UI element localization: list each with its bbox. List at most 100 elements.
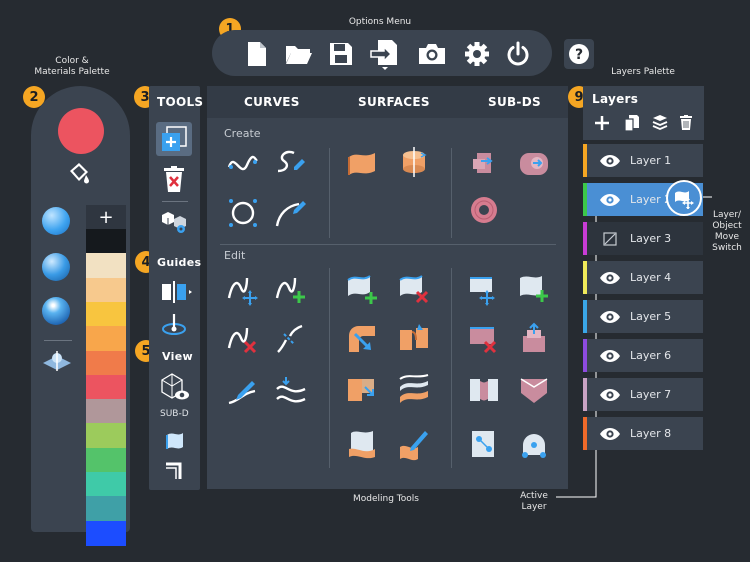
column-divider-4: [451, 268, 452, 468]
subd-move-icon[interactable]: [467, 272, 501, 306]
mirror-guide-icon[interactable]: [156, 277, 196, 307]
layer-object-move-switch[interactable]: [666, 180, 702, 216]
layer-name: Layer 4: [630, 271, 672, 284]
revolve-surface-icon[interactable]: [397, 145, 431, 179]
color-swatch[interactable]: [86, 277, 126, 303]
color-swatch[interactable]: [86, 253, 126, 279]
split-curve-icon[interactable]: [274, 322, 308, 356]
paint-bucket-icon[interactable]: [62, 160, 96, 190]
new-file-icon[interactable]: [242, 39, 272, 69]
add-layer-icon[interactable]: [590, 111, 614, 135]
layer-row[interactable]: Layer 6: [583, 339, 703, 372]
color-swatch[interactable]: [86, 399, 126, 425]
color-swatch[interactable]: [86, 520, 126, 546]
color-swatch[interactable]: [86, 374, 126, 400]
offset-curve-icon[interactable]: [274, 373, 308, 407]
subd-crease-icon[interactable]: [517, 373, 551, 407]
material-sphere-glossy[interactable]: [42, 297, 70, 325]
ground-plane-icon[interactable]: [40, 348, 74, 376]
surface-project-icon[interactable]: [345, 427, 379, 461]
add-swatch-button[interactable]: +: [86, 205, 126, 229]
eye-icon[interactable]: [599, 349, 621, 363]
color-swatch[interactable]: [86, 350, 126, 376]
eye-icon[interactable]: [599, 427, 621, 441]
eye-icon[interactable]: [599, 388, 621, 402]
move-curve-points-icon[interactable]: [226, 272, 260, 306]
color-swatch[interactable]: [86, 496, 126, 522]
layer-color-stripe: [583, 417, 587, 450]
power-icon[interactable]: [503, 39, 533, 69]
surface-extend-icon[interactable]: [345, 373, 379, 407]
subd-delete-icon[interactable]: [467, 322, 501, 356]
layer-name: Layer 1: [630, 154, 672, 167]
layer-row[interactable]: Layer 8: [583, 417, 703, 450]
surface-blend-icon[interactable]: [397, 322, 431, 356]
layer-row[interactable]: Layer 1: [583, 144, 703, 177]
surface-fillet-icon[interactable]: [345, 322, 379, 356]
subd-from-curve-icon[interactable]: [467, 147, 501, 181]
material-sphere-matte[interactable]: [42, 207, 70, 235]
sketch-curve-icon[interactable]: [274, 145, 308, 179]
delete-layer-icon[interactable]: [674, 111, 698, 135]
settings-icon[interactable]: [462, 39, 492, 69]
add-surface-row-icon[interactable]: [345, 272, 379, 306]
layer-row[interactable]: Layer 5: [583, 300, 703, 333]
svg-text:?: ?: [575, 47, 583, 63]
layer-row[interactable]: Layer 3: [583, 222, 703, 255]
import-export-icon[interactable]: [368, 37, 402, 73]
add-curve-point-icon[interactable]: [274, 272, 308, 306]
modeling-tools-panel: [207, 86, 568, 489]
column-divider-3: [329, 268, 330, 468]
view-wireframe-icon[interactable]: [156, 370, 192, 404]
delete-curve-point-icon[interactable]: [226, 322, 260, 356]
layer-name: Layer 2: [630, 193, 672, 206]
create-edit-divider: [220, 244, 556, 245]
help-icon[interactable]: ?: [564, 39, 594, 69]
surface-patch-icon[interactable]: [345, 147, 379, 181]
corner-view-icon[interactable]: [158, 458, 192, 484]
subd-extrude-icon[interactable]: [517, 322, 551, 356]
surface-offset-icon[interactable]: [397, 373, 431, 407]
subd-torus-icon[interactable]: [467, 193, 501, 227]
material-sphere-satin[interactable]: [42, 253, 70, 281]
delete-surface-row-icon[interactable]: [397, 272, 431, 306]
save-icon[interactable]: [326, 39, 356, 69]
subd-primitive-icon[interactable]: [517, 147, 551, 181]
duplicate-layer-icon[interactable]: [620, 111, 644, 135]
layer-name: Layer 8: [630, 427, 672, 440]
color-swatch[interactable]: [86, 229, 126, 254]
layer-row[interactable]: Layer 7: [583, 378, 703, 411]
color-swatch[interactable]: [86, 423, 126, 449]
column-divider-1: [329, 148, 330, 238]
color-swatch[interactable]: [86, 326, 126, 352]
freehand-curve-icon[interactable]: [274, 196, 308, 230]
subd-align-icon[interactable]: [517, 427, 551, 461]
color-swatch[interactable]: [86, 447, 126, 473]
eye-icon[interactable]: [599, 310, 621, 324]
current-color-swatch[interactable]: [58, 108, 104, 154]
merge-layers-icon[interactable]: [648, 111, 672, 135]
circle-curve-icon[interactable]: [226, 196, 260, 230]
eye-icon[interactable]: [599, 271, 621, 285]
subd-view-label: SUB-D: [160, 409, 189, 419]
camera-icon[interactable]: [417, 39, 447, 69]
subd-slide-icon[interactable]: [467, 427, 501, 461]
hidden-layer-icon[interactable]: [599, 231, 621, 246]
subd-add-edge-icon[interactable]: [517, 272, 551, 306]
color-swatch[interactable]: [86, 301, 126, 327]
eye-icon[interactable]: [599, 193, 621, 207]
layer-color-stripe: [583, 300, 587, 333]
open-folder-icon[interactable]: [284, 39, 314, 69]
axis-guide-icon[interactable]: [156, 310, 192, 338]
object-settings-icon[interactable]: [156, 206, 192, 238]
surface-view-icon[interactable]: [158, 427, 192, 455]
surface-paint-icon[interactable]: [397, 427, 431, 461]
delete-trash-icon[interactable]: [156, 162, 192, 196]
layer-row[interactable]: Layer 4: [583, 261, 703, 294]
trim-curve-icon[interactable]: [226, 373, 260, 407]
eye-icon[interactable]: [599, 154, 621, 168]
transform-tool-icon[interactable]: [156, 122, 192, 156]
color-swatch[interactable]: [86, 472, 126, 497]
cv-curve-icon[interactable]: [226, 147, 260, 181]
subd-bridge-icon[interactable]: [467, 373, 501, 407]
